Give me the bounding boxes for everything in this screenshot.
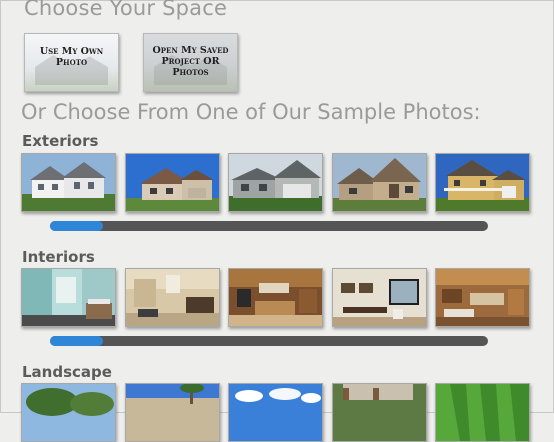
page-title: Choose Your Space [24, 0, 228, 20]
use-my-own-photo-label: Use My Own Photo [39, 46, 104, 68]
living-kitchen-photo [436, 269, 529, 326]
beige-bathroom-photo [126, 269, 219, 326]
two-story-white-house-photo [22, 154, 115, 211]
blue-sky-house-photo [126, 154, 219, 211]
open-saved-project-button[interactable]: Open My Saved Project OR Photos [143, 33, 238, 92]
exteriors-heading: Exteriors [22, 132, 99, 150]
interiors-heading: Interiors [22, 248, 95, 266]
interiors-scrollbar[interactable] [50, 336, 488, 346]
stone-house-photo [333, 154, 426, 211]
gray-ranch-house-photo [229, 154, 322, 211]
exteriors-scrollbar[interactable] [50, 221, 488, 231]
interiors-scroll-thumb[interactable] [50, 336, 103, 346]
interior-thumb-5[interactable] [435, 268, 530, 327]
use-my-own-photo-button[interactable]: Use My Own Photo [24, 33, 119, 92]
sample-photos-heading: Or Choose From One of Our Sample Photos: [21, 100, 481, 124]
exterior-thumb-2[interactable] [125, 153, 220, 212]
interior-thumb-3[interactable] [228, 268, 323, 327]
open-saved-project-label: Open My Saved Project OR Photos [152, 45, 229, 78]
dining-room-photo [333, 269, 426, 326]
interior-thumb-4[interactable] [332, 268, 427, 327]
exterior-thumb-4[interactable] [332, 153, 427, 212]
kitchen-photo [229, 269, 322, 326]
exterior-thumb-3[interactable] [228, 153, 323, 212]
interior-thumb-1[interactable] [21, 268, 116, 327]
exterior-thumb-5[interactable] [435, 153, 530, 212]
bathroom-photo [22, 269, 115, 326]
exteriors-scroll-thumb[interactable] [50, 221, 103, 231]
exterior-thumb-1[interactable] [21, 153, 116, 212]
landscape-heading: Landscape [22, 363, 112, 381]
interior-thumb-2[interactable] [125, 268, 220, 327]
yellow-victorian-house-photo [436, 154, 529, 211]
